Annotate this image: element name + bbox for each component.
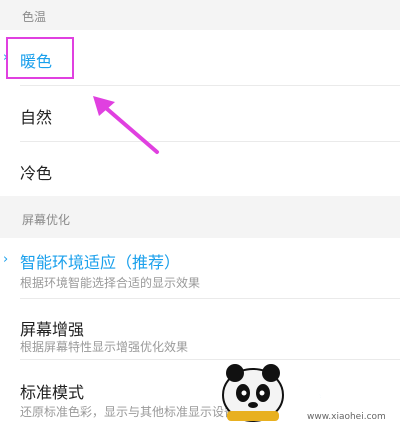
section-header-color-temp: 色温 (0, 0, 400, 30)
annotation-arrow-icon (93, 96, 159, 154)
option-label: 冷色 (20, 164, 53, 183)
section-header-screen-opt: 屏幕优化 (0, 196, 400, 238)
option-description: 根据环境智能选择合适的显示效果 (20, 276, 201, 290)
option-screen-enhance[interactable]: 屏幕增强 根据屏幕特性显示增强优化效果 (0, 299, 400, 359)
watermark-url: www.xiaohei.com (307, 412, 386, 422)
section-title: 色温 (22, 10, 47, 24)
section-title: 屏幕优化 (22, 213, 71, 227)
watermark-brand: 小黑游戏 (293, 376, 400, 411)
option-label: 标准模式 (20, 383, 85, 402)
option-cool[interactable]: 冷色 (0, 142, 400, 196)
highlight-box (6, 37, 74, 79)
chevron-right-icon: › (3, 252, 9, 267)
option-label: 屏幕增强 (20, 320, 85, 339)
watermark-logo: 小黑游戏 www.xiaohei.com (205, 355, 400, 423)
option-label: 自然 (20, 108, 53, 127)
option-natural[interactable]: 自然 (0, 86, 400, 141)
option-description: 根据屏幕特性显示增强优化效果 (20, 340, 189, 354)
option-smart-adaptive[interactable]: › 智能环境适应（推荐） 根据环境智能选择合适的显示效果 (0, 238, 400, 298)
option-label: 智能环境适应（推荐） (20, 253, 181, 272)
